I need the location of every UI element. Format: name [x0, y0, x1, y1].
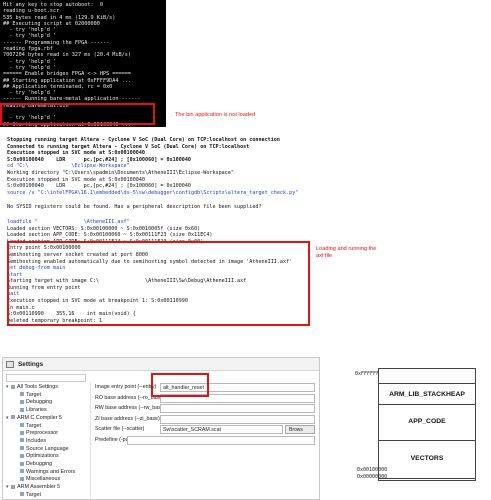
console-highlight-box: [7, 241, 310, 326]
console-line: Working directory "C:\Users\spadmin\Docu…: [7, 169, 234, 176]
segment-vectors: VECTORS: [379, 441, 475, 479]
settings-page-icon: [20, 446, 24, 451]
field-row: RW base address (--rw_base): [95, 404, 317, 414]
settings-page-icon: [20, 492, 24, 497]
console-line: loadfile " \AtheneIII.axf": [7, 218, 130, 225]
tree-item[interactable]: Target: [15, 392, 41, 399]
tree-item-label: ARM C Compiler 5: [17, 414, 62, 421]
memory-map: ARM_LIB_STACKHEAP APP_CODE VECTORS: [378, 368, 476, 481]
tree-item[interactable]: ▾ All Tools Settings: [6, 384, 58, 391]
tree-item-label: Debugging: [26, 461, 53, 467]
console-line: source /v "C:\intelFPGA\16.1\embedded\ds…: [7, 189, 299, 196]
tree-item[interactable]: ▾ ARM Assembler 5: [6, 484, 60, 491]
tree-item-label: Warnings and Errors: [26, 468, 76, 475]
console-annotation: Loading and running the axf file: [316, 246, 377, 259]
field-row: Predefine (-pd): [95, 436, 317, 446]
settings-page-icon: [11, 415, 15, 420]
field-input[interactable]: [160, 414, 315, 424]
console-line: Loaded section APP_CODE: S:0x00100060 ~ …: [7, 232, 213, 239]
tree-item-label: Includes: [26, 437, 47, 444]
settings-page-icon: [11, 384, 15, 389]
field-row: ZI base address (--zi_base): [95, 414, 317, 425]
field-input[interactable]: [127, 436, 315, 445]
settings-page-icon: [11, 484, 15, 489]
console-line: Execution stopped in SVC mode at S:0x001…: [7, 176, 146, 183]
settings-page-icon: [20, 399, 24, 404]
console-line: Connected to running target Altera - Cyc…: [7, 143, 250, 150]
field-input[interactable]: [160, 404, 315, 414]
tree-item[interactable]: Includes: [15, 438, 46, 445]
settings-filter-input[interactable]: [6, 374, 86, 382]
tree-item-label: Target: [26, 422, 41, 429]
tree-item[interactable]: Warnings and Errors: [15, 469, 75, 476]
entry-point-highlight-box: [151, 373, 209, 397]
settings-page-icon: [20, 392, 24, 397]
tree-item-label: Preprocessor: [26, 430, 59, 437]
field-input[interactable]: Sw\scatter_SCRAM.scat: [160, 425, 283, 435]
tree-item[interactable]: Target: [15, 423, 41, 430]
settings-page-icon: [20, 423, 24, 428]
field-label: RW base address (--rw_base): [95, 405, 166, 412]
tree-item[interactable]: Debugging: [15, 399, 52, 406]
settings-page-icon: [20, 453, 24, 458]
console-line: Stopping running target Altera - Cyclone…: [7, 137, 280, 143]
field-label: Predefine (-pd): [95, 437, 131, 443]
console-line: Execution stopped in SVC mode at S:0x001…: [7, 150, 146, 157]
browse-button[interactable]: Brows: [285, 425, 315, 435]
tree-item-label: Libraries: [26, 407, 47, 414]
tree-item[interactable]: Preprocessor: [15, 430, 58, 437]
console-line: cd "C:\ \Eclipse-Workspace": [7, 163, 130, 170]
settings-page-icon: [20, 430, 24, 435]
tree-item[interactable]: Libraries: [15, 407, 47, 414]
tree-item-label: Source Language: [26, 445, 69, 452]
segment-stackheap: ARM_LIB_STACKHEAP: [379, 383, 475, 405]
console-line: S:0x00100040 LDR pc,[pc,#24] ; [0x100060…: [7, 156, 192, 163]
tree-item-label: Debugging: [26, 399, 53, 406]
settings-page-icon: [20, 469, 24, 474]
settings-page-icon: [20, 438, 24, 443]
memory-address-0: 0x00000000: [357, 474, 388, 480]
field-label: Image entry point (--entry): [95, 384, 157, 390]
terminal-highlight-box: [0, 103, 155, 125]
tree-item-label: Target: [26, 491, 41, 498]
tree-item[interactable]: Debugging: [15, 461, 52, 468]
console-line: No SYSID registers could be found. Has a…: [7, 204, 262, 211]
settings-page-icon: [20, 461, 24, 466]
segment-app-code: APP_CODE: [379, 405, 475, 441]
field-label: Scatter file (--scatter): [95, 426, 145, 433]
tree-item[interactable]: Source Language: [15, 446, 69, 453]
terminal-line: ------ Running bare-metal application --…: [3, 96, 141, 103]
console-line: S:0x00100040 LDR pc,[pc,#24] ; [0x100060…: [7, 183, 192, 190]
tree-item-label: Optimizations: [26, 453, 59, 460]
console-line: Loaded section VECTORS: S:0x00100000 ~ S…: [7, 225, 201, 232]
field-row: Scatter file (--scatter) Sw\scatter_SCRAM…: [95, 425, 317, 435]
tree-item[interactable]: Miscellaneous: [15, 476, 60, 483]
settings-page-icon: [20, 476, 24, 481]
tree-item[interactable]: Optimizations: [15, 453, 59, 460]
field-label: ZI base address (--zi_base): [95, 415, 160, 422]
tree-item-label: Miscellaneous: [26, 476, 61, 483]
settings-title: Settings: [3, 358, 319, 371]
settings-page-icon: [20, 407, 24, 412]
tree-item-label: Target: [26, 391, 41, 398]
terminal-annotation: The bin application is not loaded: [175, 112, 256, 118]
tree-item-label: All Tools Settings: [17, 384, 58, 390]
settings-tree: ▾ All Tools Settings Target Debugging Librar…: [3, 382, 91, 499]
tree-item[interactable]: ▾ ARM C Compiler 5: [6, 415, 62, 422]
composite-screenshot: { "terminal": { "lines": [ "Hit any key …: [0, 0, 491, 500]
settings-icon: [6, 361, 14, 368]
tree-item[interactable]: Target: [15, 492, 41, 499]
tree-item-label: ARM Assembler 5: [17, 484, 61, 491]
memory-address-100000: 0x00100000: [357, 467, 388, 473]
